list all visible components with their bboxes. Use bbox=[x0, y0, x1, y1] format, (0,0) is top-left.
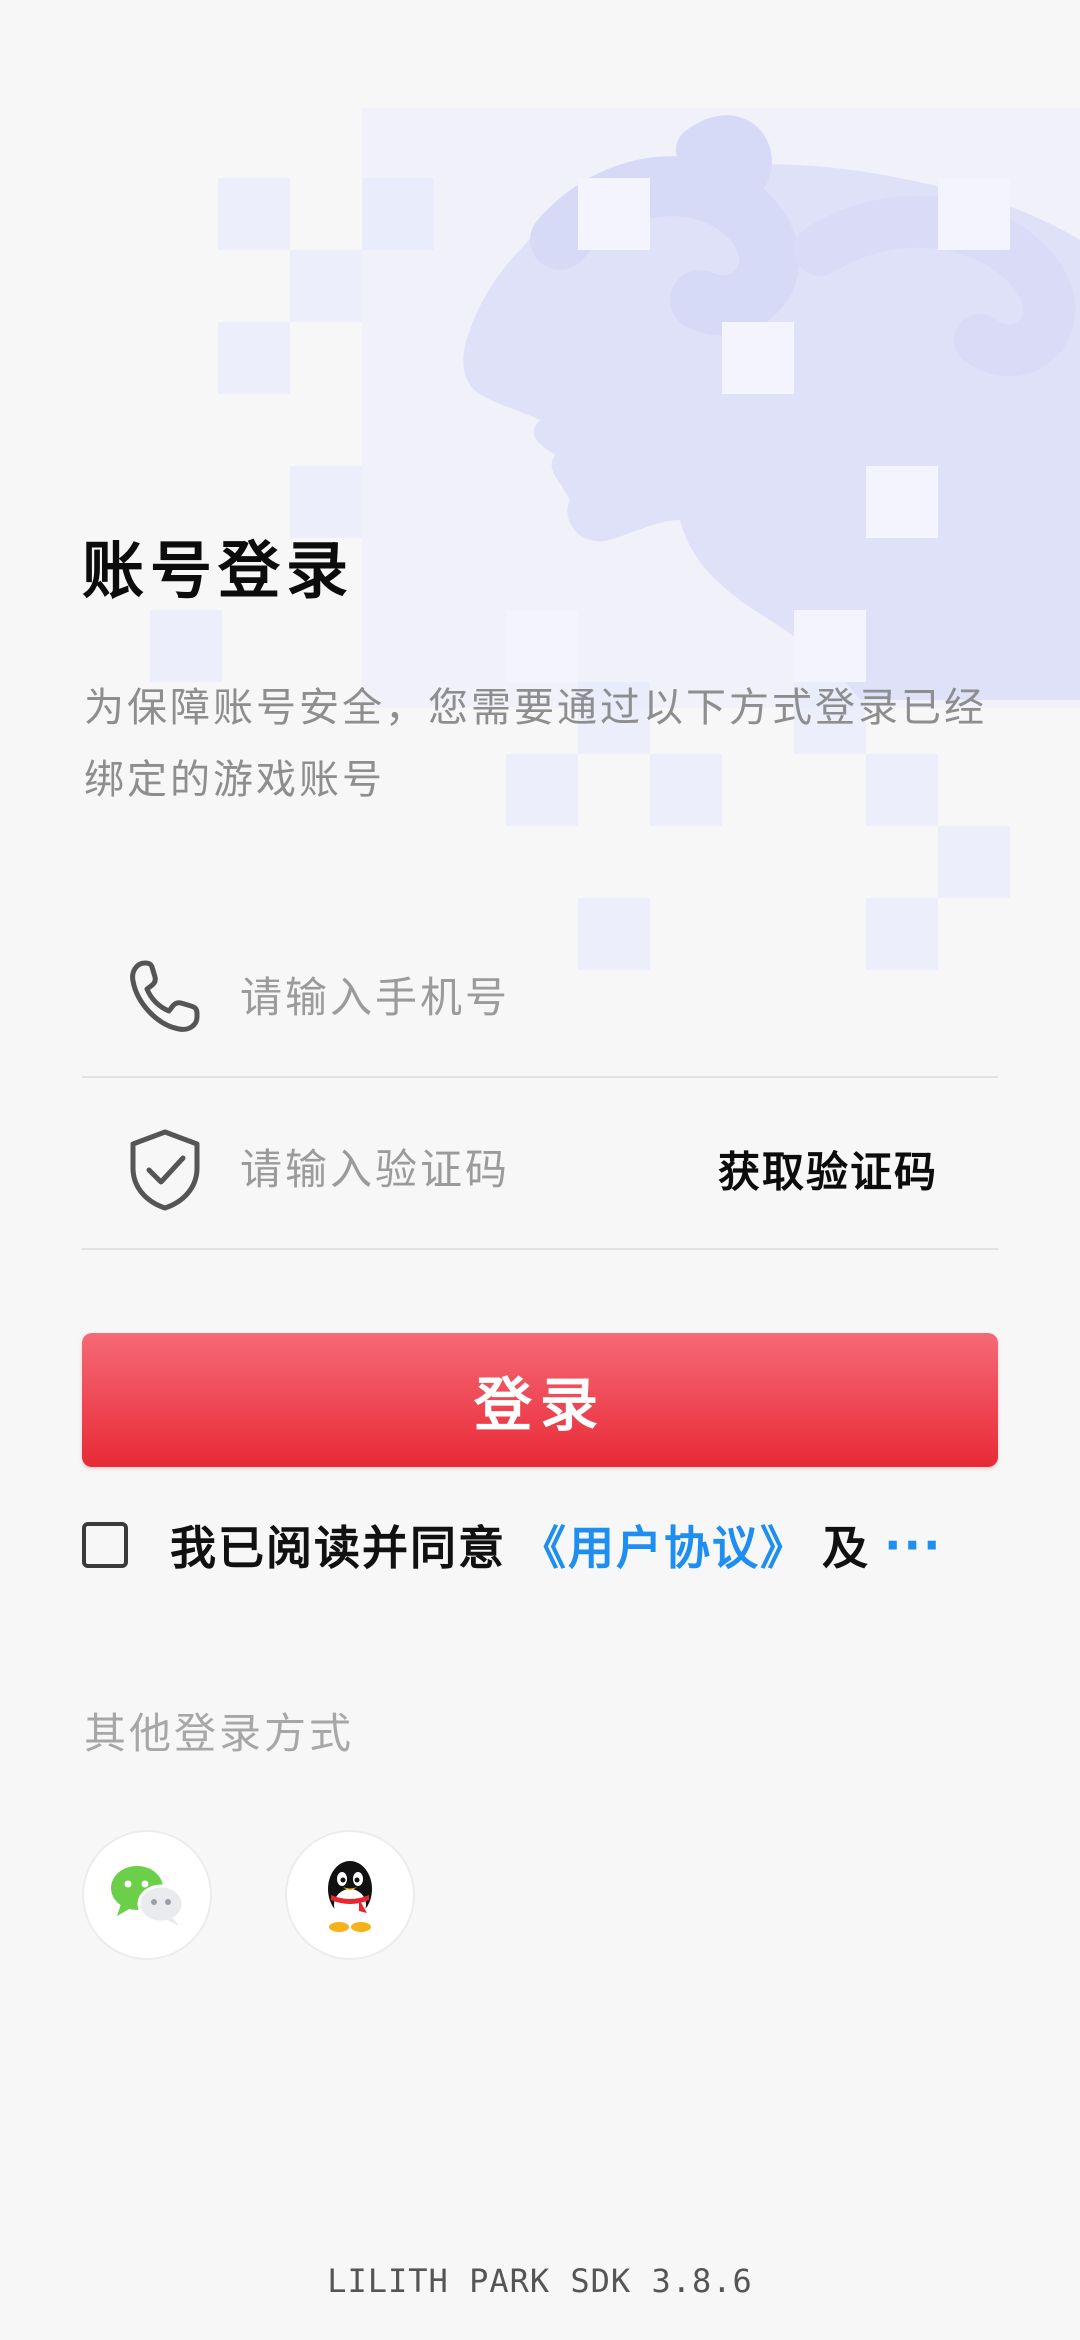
phone-icon bbox=[122, 954, 208, 1040]
agreement-checkbox[interactable] bbox=[82, 1522, 128, 1568]
verification-code-input[interactable] bbox=[238, 1143, 682, 1195]
wechat-login-button[interactable] bbox=[82, 1830, 212, 1960]
agreement-more-link[interactable]: ··· bbox=[884, 1518, 942, 1572]
qq-icon bbox=[328, 1861, 372, 1932]
login-screen: 账号登录 为保障账号安全，您需要通过以下方式登录已经绑定的游戏账号 获取验证码 … bbox=[0, 0, 1080, 2340]
agreement-and-text: 及 bbox=[822, 1521, 868, 1575]
agreement-row: 我已阅读并同意 《用户协议》 及 ··· bbox=[82, 1515, 998, 1575]
sdk-version: LILITH PARK SDK 3.8.6 bbox=[327, 2262, 753, 2300]
get-code-button[interactable]: 获取验证码 bbox=[718, 1139, 938, 1200]
login-button[interactable]: 登录 bbox=[82, 1333, 998, 1467]
phone-input[interactable] bbox=[238, 971, 682, 1023]
wechat-icon bbox=[111, 1866, 185, 1926]
qq-login-button[interactable] bbox=[285, 1830, 415, 1960]
other-login-label: 其他登录方式 bbox=[84, 1709, 355, 1758]
page-subtitle: 为保障账号安全，您需要通过以下方式登录已经绑定的游戏账号 bbox=[84, 685, 987, 803]
page-title: 账号登录 bbox=[82, 534, 355, 607]
agreement-text: 我已阅读并同意 bbox=[170, 1521, 506, 1575]
shield-check-icon bbox=[122, 1126, 208, 1212]
user-agreement-link[interactable]: 《用户协议》 bbox=[520, 1515, 808, 1575]
phone-field-row bbox=[82, 918, 998, 1078]
code-field-row: 获取验证码 bbox=[82, 1090, 998, 1250]
